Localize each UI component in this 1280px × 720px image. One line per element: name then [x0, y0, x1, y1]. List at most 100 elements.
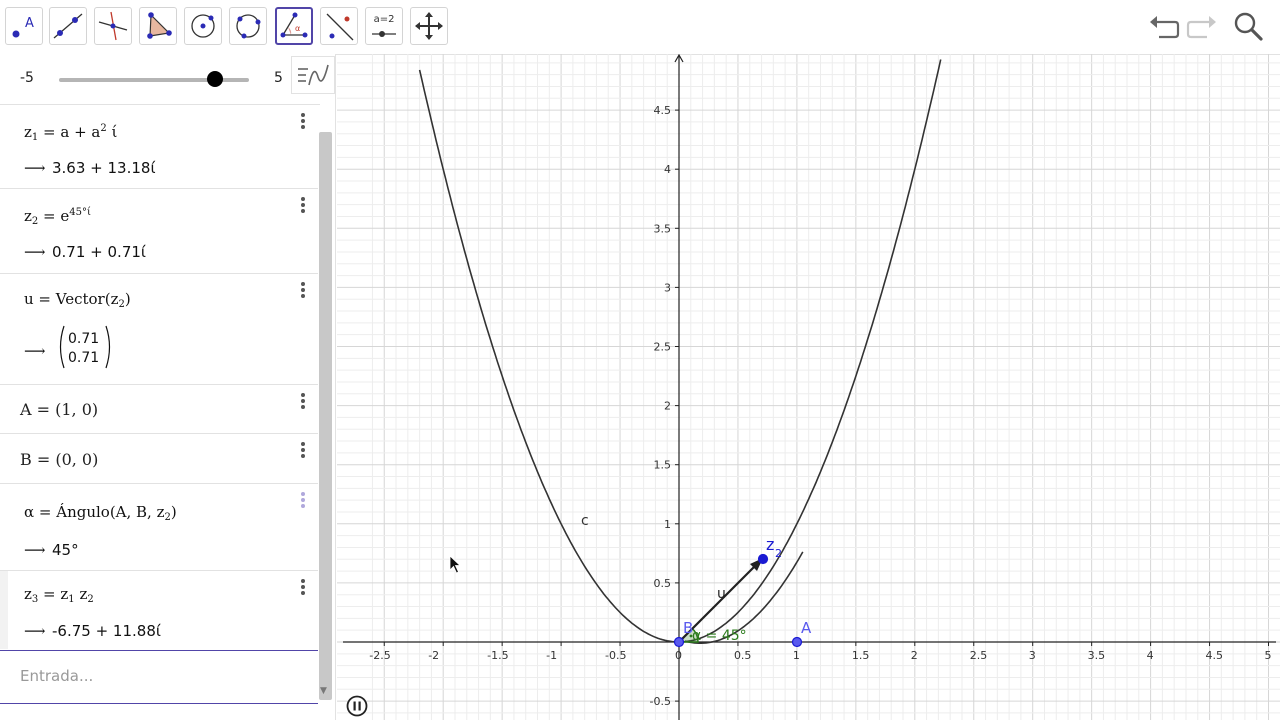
graph-style-button[interactable] — [291, 56, 335, 94]
z1-value: 3.63 + 13.18ί — [52, 159, 156, 177]
curve-c[interactable] — [418, 59, 942, 643]
result-arrow: ⟶ — [24, 622, 46, 640]
algebra-scrollbar[interactable] — [319, 132, 332, 700]
point-z2-label-subscript: 2 — [775, 547, 782, 560]
vector-u-label: u — [717, 586, 726, 602]
slider-icon — [372, 31, 396, 37]
y-tick-label: 3 — [664, 281, 671, 294]
graph-style-icon — [298, 64, 329, 86]
z1-menu-icon[interactable] — [296, 111, 310, 131]
x-tick-label: 0 — [675, 649, 682, 662]
z3-definition[interactable]: z3 = z1 z2 — [24, 585, 94, 605]
z3-menu-icon[interactable] — [296, 577, 310, 597]
angle-icon: α — [280, 12, 308, 38]
circle-three-points-tool[interactable] — [229, 7, 267, 45]
u-x-value: 0.71 — [68, 331, 99, 347]
slider-tool[interactable]: a=2 — [365, 7, 403, 45]
point-tool[interactable]: A — [5, 7, 43, 45]
angle-alpha-label: α = 45° — [692, 628, 747, 644]
alpha-result: ⟶ 45° — [24, 541, 79, 559]
point-A[interactable] — [791, 636, 803, 648]
z2-name: z — [24, 207, 32, 225]
undo-button[interactable] — [1147, 10, 1181, 44]
algebra-entry-A[interactable]: A = (1, 0) — [0, 385, 318, 434]
selected-entry-marker — [0, 571, 8, 649]
redo-button[interactable] — [1185, 10, 1219, 44]
y-tick-label: 4.5 — [654, 104, 672, 117]
z1-expression: = a + a — [38, 123, 101, 141]
algebra-entry-z3[interactable]: z3 = z1 z2 ⟶ -6.75 + 11.88ί — [0, 571, 318, 649]
search-button[interactable] — [1232, 10, 1266, 44]
u-y-value: 0.71 — [68, 350, 99, 366]
y-tick-label: 3.5 — [654, 222, 672, 235]
y-tick-label: 2.5 — [654, 341, 672, 354]
z3-value: -6.75 + 11.88ί — [52, 622, 161, 640]
point-z2[interactable] — [757, 553, 769, 565]
svg-text:A: A — [25, 16, 34, 31]
x-tick-label: 1.5 — [852, 649, 870, 662]
alpha-definition[interactable]: α = Ángulo(A, B, z2) — [24, 503, 177, 523]
z3-expression: = z — [38, 585, 69, 603]
animation-pause-button[interactable] — [346, 695, 368, 717]
line-tool[interactable] — [49, 7, 87, 45]
move-graphics-tool[interactable] — [410, 7, 448, 45]
alpha-close-paren: ) — [170, 503, 177, 521]
search-icon — [1234, 12, 1263, 41]
scroll-down-arrow-icon[interactable]: ▼ — [320, 686, 327, 696]
polygon-tool[interactable] — [139, 7, 177, 45]
circle-center-icon — [191, 14, 215, 38]
y-tick-label: 1.5 — [654, 459, 672, 472]
algebra-entry-z2[interactable]: z2 = e45°ί ⟶ 0.71 + 0.71ί — [0, 189, 318, 274]
point-A-label: A — [801, 619, 812, 637]
result-arrow: ⟶ — [24, 159, 46, 177]
algebra-view: -5 5 z1 = a + a2 ί ⟶ 3.63 + 13.18ί z2 = e… — [0, 54, 336, 720]
z3-factor2-subscript: 2 — [87, 594, 94, 605]
x-tick-label: 2.5 — [970, 649, 988, 662]
u-menu-icon[interactable] — [296, 280, 310, 300]
A-menu-icon[interactable] — [296, 391, 310, 411]
perpendicular-tool[interactable] — [94, 7, 132, 45]
algebra-entry-alpha[interactable]: α = Ángulo(A, B, z2) ⟶ 45° — [0, 484, 318, 571]
z3-result: ⟶ -6.75 + 11.88ί — [24, 622, 161, 640]
B-definition[interactable]: B = (0, 0) — [20, 450, 98, 469]
z1-result: ⟶ 3.63 + 13.18ί — [24, 159, 156, 177]
reflect-tool[interactable] — [320, 7, 358, 45]
curve-label-c: c — [581, 513, 589, 529]
A-definition[interactable]: A = (1, 0) — [20, 400, 98, 419]
result-arrow: ⟶ — [24, 342, 46, 360]
u-expression: u = Vector(z — [24, 290, 119, 308]
circle-center-tool[interactable] — [184, 7, 222, 45]
algebra-entry-B[interactable]: B = (0, 0) — [0, 434, 318, 484]
x-tick-label: 2 — [911, 649, 918, 662]
B-menu-icon[interactable] — [296, 440, 310, 460]
z2-menu-icon[interactable] — [296, 195, 310, 215]
z1-imag-unit: ί — [106, 123, 118, 141]
z1-name: z — [24, 123, 32, 141]
x-tick-label: 5 — [1265, 649, 1272, 662]
graphics-view[interactable]: -2.5 -2 -1.5 -1 -0.5 0 0.5 1 1.5 2 2.5 3 3.5 4 4.5 5 4.… — [337, 54, 1280, 720]
slider-min: -5 — [20, 70, 34, 86]
u-definition[interactable]: u = Vector(z2) — [24, 290, 131, 310]
point-icon: A — [12, 16, 34, 38]
line-icon — [53, 13, 83, 39]
toolbar: A α a=2 — [0, 0, 1280, 55]
redo-icon — [1186, 16, 1216, 39]
z2-result: ⟶ 0.71 + 0.71ί — [24, 243, 146, 261]
slider-knob[interactable] — [207, 71, 223, 87]
z2-definition[interactable]: z2 = e45°ί — [24, 207, 91, 227]
z1-definition[interactable]: z1 = a + a2 ί — [24, 123, 117, 143]
polygon-icon — [147, 12, 172, 39]
angle-tool[interactable]: α — [275, 7, 313, 45]
undo-icon — [1150, 16, 1180, 39]
circle-three-points-icon — [236, 14, 261, 39]
algebra-entry-u[interactable]: u = Vector(z2) ⟶ 0.71 0.71 — [0, 274, 318, 385]
input-bar[interactable]: Entrada... — [0, 650, 318, 704]
point-B[interactable] — [673, 636, 685, 648]
y-tick-label: 4 — [664, 163, 671, 176]
algebra-entry-z1[interactable]: z1 = a + a2 ί ⟶ 3.63 + 13.18ί — [0, 105, 318, 189]
result-arrow: ⟶ — [24, 541, 46, 559]
slider-max: 5 — [274, 70, 283, 86]
x-tick-label: 4 — [1147, 649, 1154, 662]
y-tick-label: 1 — [664, 518, 671, 531]
alpha-menu-icon[interactable] — [296, 490, 310, 510]
